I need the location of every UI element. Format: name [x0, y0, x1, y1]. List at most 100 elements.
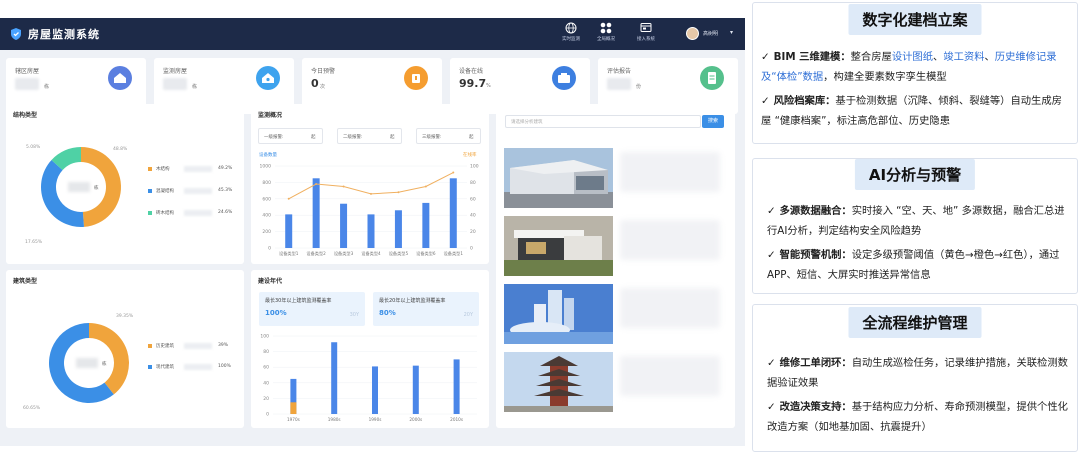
x-tick-label: 1980s	[328, 417, 341, 422]
search-button[interactable]: 搜索	[702, 115, 724, 128]
card-title: 最长30年以上建筑监测覆盖率	[265, 298, 332, 304]
pie-label: 5.08%	[26, 145, 41, 150]
rich-text: 智能预警机制：设定多级预警阈值（黄色→橙色→红色），通过 APP、短信、大屏实时…	[767, 249, 1059, 281]
rich-text: 改造决策支持：基于结构应力分析、寿命预测模型，提供个性化改造方案（如地基加固、抗…	[767, 401, 1068, 433]
report-icon	[700, 66, 724, 90]
stat-unit: %	[486, 83, 491, 89]
y-tick-label: 20	[263, 396, 269, 402]
y-tick-label: 100	[260, 334, 269, 340]
blurred-value	[184, 343, 212, 349]
blurred-info	[620, 288, 720, 328]
y-tick-label: 80	[263, 349, 269, 355]
feature-item-text: 、	[933, 51, 944, 63]
year-bar-chart: 0 20 40 60 80 100 1970s 1980s 1990s 2000s 2010s	[260, 334, 477, 422]
stat-label: 今日预警	[311, 68, 336, 75]
legend-label: 历史建筑	[156, 344, 174, 349]
stat-label: 监测房屋	[163, 68, 188, 75]
alert-value: 起	[469, 135, 474, 140]
card-value: 100%	[265, 309, 287, 317]
nav-label: 实时监测	[562, 37, 580, 42]
legend-item: 现代建筑 100%	[148, 364, 231, 370]
feature-heading: 数字化建档立案	[848, 4, 982, 35]
grid-icon	[600, 22, 612, 34]
feature-card-archive: 数字化建档立案 ✓ BIM 三维建模：整合房屋设计图纸、竣工资料、历史维修记录及“…	[752, 2, 1078, 144]
alert-value: 起	[390, 135, 395, 140]
blurred-value	[15, 78, 39, 90]
building-photo-1[interactable]	[504, 148, 613, 208]
nav-overview[interactable]: 全局概况	[589, 22, 623, 48]
x-tick-label: 设备类型5	[389, 250, 409, 257]
legend-swatch	[148, 210, 152, 215]
y2-tick-label: 80	[470, 180, 476, 186]
check-icon: ✓	[761, 95, 770, 107]
device-bar-chart: 0 200 400 600 800 1000 0 20 40 60 80 100 设备类型1 设备类型2 设…	[260, 164, 479, 258]
building-photo-3[interactable]	[504, 284, 613, 344]
alert-label: 一级报警:	[264, 135, 284, 140]
legend-label: 现代建筑	[156, 365, 174, 370]
legend-swatch	[148, 364, 152, 369]
line-point	[287, 197, 290, 200]
globe-icon	[565, 22, 577, 34]
nav-realtime[interactable]: 实时监测	[554, 22, 588, 48]
y-tick-label: 200	[262, 229, 271, 235]
check-icon: ✓	[767, 205, 776, 217]
y-tick-label: 0	[266, 412, 269, 418]
structure-type-panel: 结构类型 栋 5.08% 48.8% 17.65% 木结构 49.2% 混凝结构 4…	[6, 104, 244, 264]
x-tick-label: 2010s	[450, 417, 463, 422]
feature-item-title: 改造决策支持：	[779, 401, 852, 413]
coverage-card-30y: 最长30年以上建筑监测覆盖率 100% 30Y	[259, 292, 365, 326]
nav-label: 接入系统	[637, 37, 655, 42]
bar	[394, 210, 402, 248]
check-icon: ✓	[767, 249, 776, 261]
blurred-value	[163, 78, 187, 90]
center-unit: 栋	[94, 186, 99, 191]
card-title: 最长20年以上建筑监测覆盖率	[379, 298, 446, 304]
rich-text: 风险档案库：基于检测数据（沉降、倾斜、裂缝等）自动生成房屋 “健康档案”，标注高…	[761, 95, 1062, 127]
bar-secondary	[290, 402, 297, 414]
building-photo-4[interactable]	[504, 352, 613, 412]
legend-label: 木结构	[156, 167, 170, 172]
y2-tick-label: 60	[470, 196, 476, 202]
legend-item: 砖木结构 24.6%	[148, 210, 232, 216]
nav-label: 全局概况	[597, 37, 615, 42]
x-tick-label: 2000s	[409, 417, 422, 422]
blurred-value	[184, 188, 212, 194]
stat-label: 辖区房屋	[15, 68, 40, 75]
line-point	[424, 185, 427, 188]
bar	[331, 342, 338, 414]
nav-access[interactable]: 接入系统	[629, 22, 663, 48]
legend-pct: 100%	[218, 364, 231, 369]
feature-item: ✓ 风险档案库：基于检测数据（沉降、倾斜、裂缝等）自动生成房屋 “健康档案”，标注…	[761, 91, 1071, 131]
y-tick-label: 800	[262, 180, 271, 186]
legend-item: 历史建筑 39%	[148, 343, 228, 349]
x-tick-label: 设备类型4	[361, 250, 381, 257]
bar	[312, 178, 320, 248]
blurred-count	[76, 358, 98, 368]
legend-pct: 49.2%	[218, 166, 233, 171]
stat-value: 0	[311, 77, 319, 90]
feature-item-text: 整合房屋	[850, 51, 892, 63]
feature-item: ✓ 维修工单闭环：自动生成巡检任务，记录维护措施，关联检测数据验证效果	[767, 353, 1071, 393]
alert-level-1: 一级报警: 起	[258, 128, 323, 144]
y2-tick-label: 40	[470, 213, 476, 219]
x-tick-label: 1990s	[369, 417, 382, 422]
legend-pct: 45.3%	[218, 188, 233, 193]
bar	[412, 365, 419, 414]
feature-item-title: BIM 三维建模：	[773, 51, 851, 63]
blurred-value	[184, 364, 212, 370]
search-input[interactable]: 请选择分析建筑	[505, 115, 701, 128]
monitor-overview-panel: 监测概况 一级报警: 起 二级报警: 起 三级报警: 起 设备数量 在线率 0 200 4…	[251, 104, 489, 264]
monitor-icon	[640, 23, 652, 32]
feature-card-maintenance: 全流程维护管理 ✓ 维修工单闭环：自动生成巡检任务，记录维护措施，关联检测数据验证…	[752, 304, 1078, 452]
stat-label: 评估报告	[607, 68, 632, 75]
x-tick-label: 设备类型6	[416, 250, 436, 257]
building-photo-2[interactable]	[504, 216, 613, 276]
y2-tick-label: 100	[470, 164, 479, 170]
feature-item-text: ，构建全要素数字孪生模型	[823, 71, 947, 83]
stat-unit: 栋	[192, 84, 198, 90]
shield-icon	[11, 28, 21, 40]
panel-title: 监测概况	[258, 112, 283, 119]
bar	[372, 366, 378, 414]
check-icon: ✓	[761, 51, 770, 63]
pie-label: 60.65%	[23, 406, 41, 411]
